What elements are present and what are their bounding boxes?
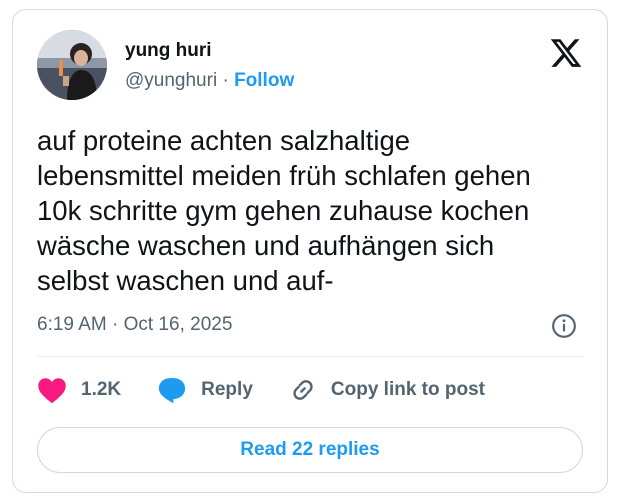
handle-separator: ·: [222, 70, 229, 91]
divider: [37, 356, 583, 357]
x-logo-icon[interactable]: [549, 36, 583, 70]
like-count: 1.2K: [81, 379, 122, 400]
heart-icon: [38, 378, 66, 404]
speech-bubble-icon: [159, 378, 186, 404]
action-bar: 1.2K Reply Copy link to post: [37, 373, 485, 407]
reply-label: Reply: [201, 379, 253, 400]
author-handle[interactable]: @yunghuri: [125, 70, 217, 91]
post-text: auf proteine achten salzhaltige lebensmi…: [37, 125, 531, 296]
copy-link-button[interactable]: Copy link to post: [289, 376, 485, 404]
avatar-image: [37, 30, 107, 100]
copy-link-label: Copy link to post: [330, 379, 485, 400]
post-timestamp[interactable]: 6:19 AM · Oct 16, 2025: [37, 314, 232, 336]
link-icon: [293, 380, 313, 400]
like-button[interactable]: 1.2K: [37, 376, 121, 404]
follow-button[interactable]: Follow: [234, 70, 294, 91]
read-replies-button[interactable]: Read 22 replies: [37, 427, 583, 473]
author-handle-row: @yunghuri · Follow: [125, 70, 294, 92]
embedded-post-card: yung huri @yunghuri · Follow auf protein…: [12, 9, 608, 493]
author-name[interactable]: yung huri: [125, 40, 212, 62]
reply-button[interactable]: Reply: [157, 376, 253, 404]
author-avatar[interactable]: [37, 30, 107, 100]
info-icon[interactable]: [551, 313, 577, 339]
